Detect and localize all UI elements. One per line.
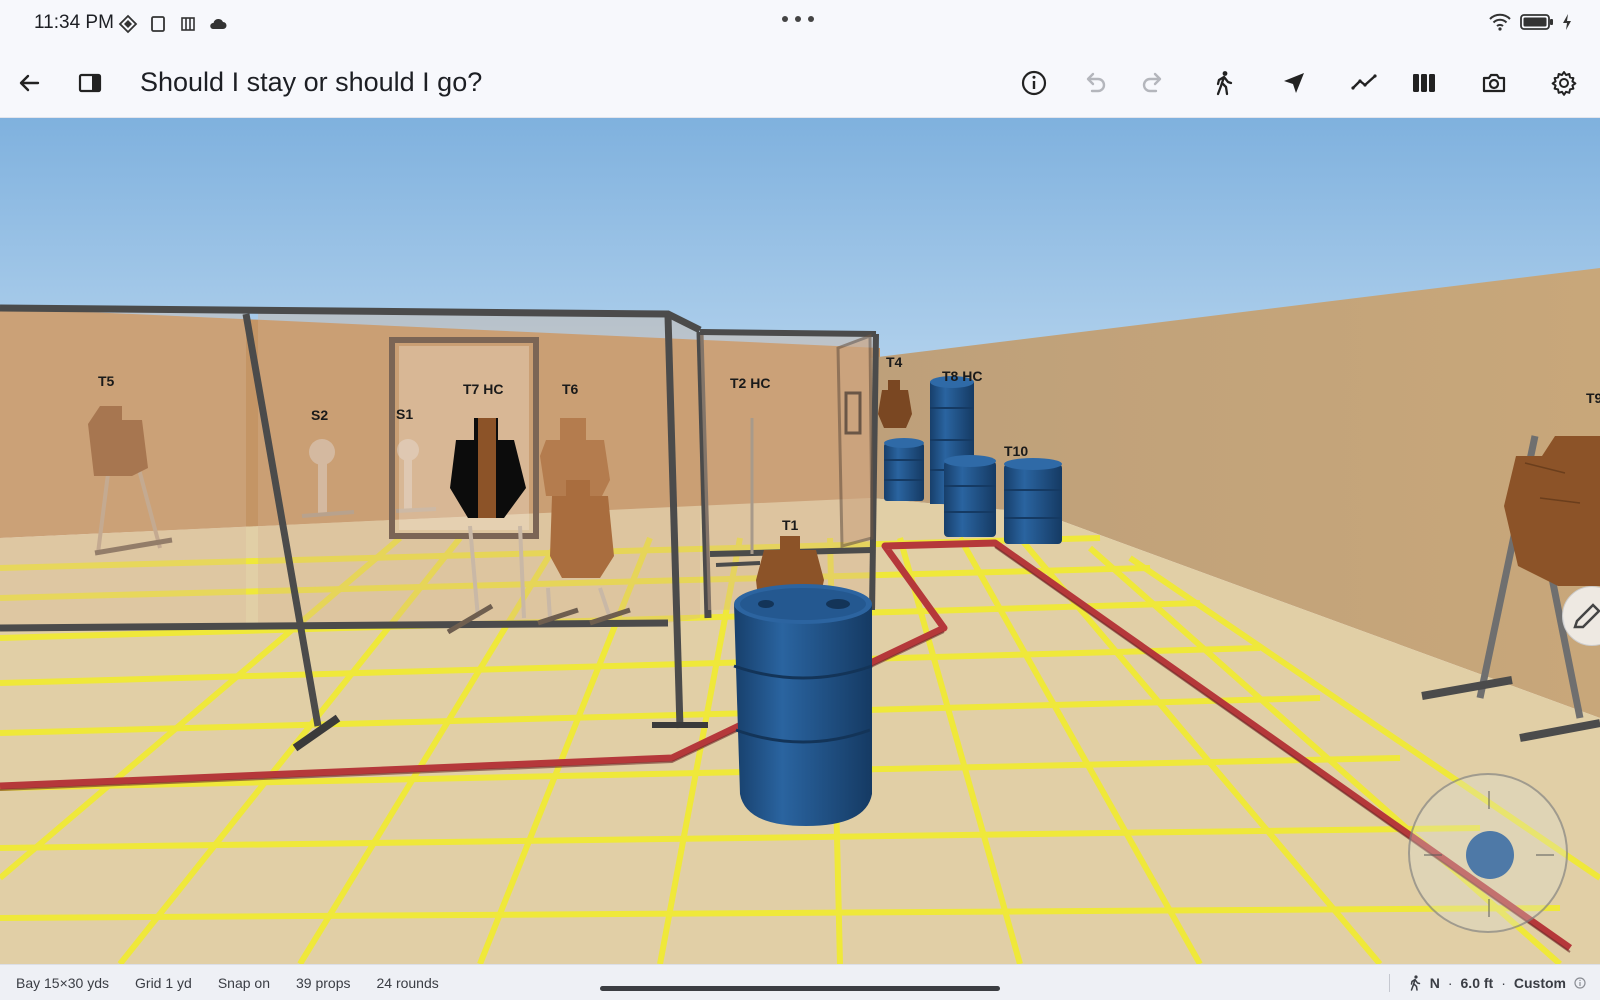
cloud-icon <box>210 18 227 29</box>
props-count: 39 props <box>296 975 351 991</box>
label-t8-hc: T8 HC <box>942 368 982 384</box>
info-small-icon[interactable] <box>1574 977 1586 989</box>
label-t1: T1 <box>782 517 799 533</box>
status-time: 11:34 PM <box>34 12 114 33</box>
status-bar: 11:34 PM <box>0 0 1600 48</box>
label-t5: T5 <box>98 373 115 389</box>
walk-mode-button[interactable] <box>1202 61 1246 105</box>
barrel-t10 <box>1004 458 1062 544</box>
screenshot-button[interactable] <box>1472 61 1516 105</box>
columns-view-button[interactable] <box>1402 61 1446 105</box>
redo-icon <box>1142 72 1162 93</box>
label-t7-hc: T7 HC <box>463 381 503 397</box>
heading-readout: N <box>1429 975 1440 991</box>
barrel-foreground <box>733 584 873 826</box>
redo-button[interactable] <box>1132 61 1176 105</box>
label-t10: T10 <box>1004 443 1028 459</box>
sim-diamond-icon <box>118 14 138 34</box>
label-t4: T4 <box>886 354 903 370</box>
camera-icon <box>1482 73 1506 93</box>
label-t9: T9 <box>1586 390 1600 406</box>
stage-title: Should I stay or should I go? <box>140 67 483 97</box>
snap-status: Snap on <box>217 975 270 991</box>
grid-size: Grid 1 yd <box>135 975 192 991</box>
settings-button[interactable] <box>1542 61 1586 105</box>
multitask-dots[interactable] <box>782 16 814 22</box>
home-indicator[interactable] <box>600 986 1000 991</box>
status-right-icons <box>1488 12 1572 32</box>
navigate-button[interactable] <box>1272 61 1316 105</box>
undo-button[interactable] <box>1072 61 1116 105</box>
walk-icon <box>1216 71 1233 96</box>
settings-gear-icon <box>1551 71 1577 96</box>
undo-icon <box>1086 72 1106 93</box>
navigate-icon <box>1284 73 1304 93</box>
label-t6: T6 <box>562 381 579 397</box>
rounds-count: 24 rounds <box>376 975 439 991</box>
back-button[interactable] <box>8 61 52 105</box>
label-s2: S2 <box>311 407 328 423</box>
pencil-icon <box>1573 603 1600 629</box>
charging-icon <box>1563 14 1571 30</box>
columns-icon <box>1413 74 1435 92</box>
eye-height-readout: 6.0 ft <box>1460 975 1494 991</box>
status-left-icons <box>118 14 228 34</box>
scene-canvas[interactable]: T5 S2 S1 T7 HC T6 T2 HC T4 T8 HC T10 T1 … <box>0 118 1600 964</box>
joystick-knob[interactable] <box>1466 831 1514 879</box>
movement-joystick[interactable] <box>1408 773 1568 933</box>
stage-3d-viewport[interactable]: T5 S2 S1 T7 HC T6 T2 HC T4 T8 HC T10 T1 … <box>0 118 1600 964</box>
stage-info-bar: Bay 15×30 yds Grid 1 yd Snap on 39 props… <box>0 964 1600 1000</box>
bay-size: Bay 15×30 yds <box>16 975 110 991</box>
barrel-mid-1 <box>944 455 996 537</box>
label-t2-hc: T2 HC <box>730 375 770 391</box>
info-icon <box>1021 70 1047 96</box>
sidebar-panel-icon <box>78 73 102 93</box>
info-button[interactable] <box>1012 61 1056 105</box>
path-line-icon <box>1351 74 1377 90</box>
barrel-t4-base <box>884 438 924 501</box>
label-s1: S1 <box>396 406 413 422</box>
notes-icon <box>181 17 195 31</box>
view-mode: Custom <box>1513 975 1566 991</box>
battery-icon <box>1520 14 1553 30</box>
tablet-icon <box>151 16 165 32</box>
app-toolbar: Should I stay or should I go? <box>0 48 1600 118</box>
wifi-icon <box>1489 13 1511 31</box>
walker-icon <box>1410 975 1420 991</box>
toggle-sidebar-button[interactable] <box>68 61 112 105</box>
back-arrow-icon <box>19 74 40 92</box>
path-button[interactable] <box>1342 61 1386 105</box>
